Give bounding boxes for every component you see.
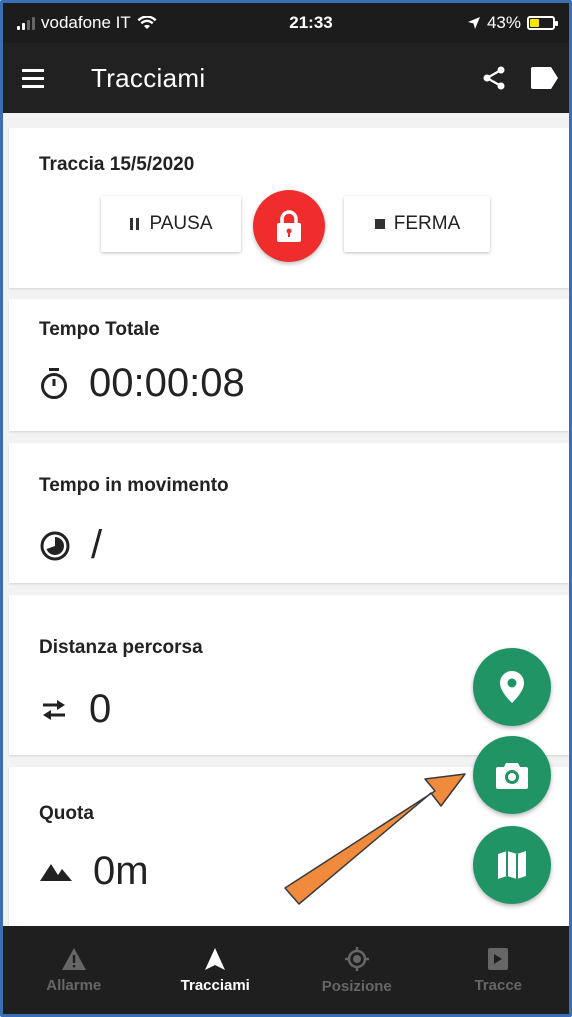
pause-button[interactable]: PAUSA	[101, 196, 241, 252]
stat-card-total-time: Tempo Totale 00:00:08	[9, 299, 569, 431]
stat-value-row: /	[39, 523, 102, 568]
stat-label: Tempo in movimento	[39, 475, 229, 496]
stat-card-moving-time: Tempo in movimento /	[9, 443, 569, 583]
map-icon	[498, 851, 526, 879]
menu-icon[interactable]	[3, 43, 63, 113]
nav-item-tracce[interactable]: Tracce	[428, 926, 570, 1014]
track-title: Traccia 15/5/2020	[39, 154, 195, 175]
stat-label: Quota	[39, 803, 94, 824]
stop-button[interactable]: FERMA	[344, 196, 490, 252]
share-icon[interactable]	[481, 65, 507, 91]
pie-clock-icon	[40, 531, 70, 560]
app-title: Tracciami	[91, 62, 206, 93]
nav-item-allarme[interactable]: Allarme	[3, 926, 145, 1014]
stat-label: Distanza percorsa	[39, 637, 203, 658]
mountain-icon	[40, 863, 72, 881]
stat-value-row: 0	[39, 687, 111, 732]
stop-icon	[374, 219, 385, 229]
stat-value: 00:00:08	[89, 361, 245, 405]
stat-value-row: 0m	[39, 849, 149, 894]
map-button[interactable]	[473, 826, 551, 904]
nav-item-posizione[interactable]: Posizione	[286, 926, 428, 1014]
label-icon[interactable]	[529, 66, 559, 90]
signal-icon	[17, 16, 35, 30]
battery-icon	[526, 16, 558, 30]
status-left: vodafone IT	[17, 13, 207, 33]
pause-icon	[130, 218, 140, 230]
app-bar: Tracciami	[3, 43, 569, 113]
wifi-icon	[137, 16, 157, 29]
phone-screen: vodafone IT 21:33 43% Tracciami Traccia …	[0, 0, 572, 1017]
lock-button[interactable]	[253, 190, 325, 262]
stat-value: 0m	[93, 849, 149, 893]
stopwatch-icon	[41, 367, 67, 399]
nav-label: Tracce	[474, 976, 523, 994]
gps-fixed-icon	[344, 946, 369, 971]
location-pin-icon	[500, 671, 524, 703]
nav-label: Posizione	[321, 977, 392, 995]
camera-icon	[496, 763, 528, 789]
battery-percent: 43%	[486, 13, 521, 32]
camera-button[interactable]	[473, 736, 551, 814]
stat-value-row: 00:00:08	[39, 361, 245, 406]
add-location-button[interactable]	[473, 648, 551, 726]
bottom-navigation: Allarme Tracciami Posizione Tracce	[3, 926, 569, 1014]
app-actions	[481, 65, 569, 91]
tracks-icon	[488, 947, 509, 970]
stop-label: FERMA	[393, 213, 461, 234]
carrier-name: vodafone IT	[41, 13, 131, 32]
swap-arrows-icon	[43, 699, 65, 720]
nav-label: Allarme	[46, 976, 102, 994]
nav-item-tracciami[interactable]: Tracciami	[145, 926, 287, 1014]
track-card: Traccia 15/5/2020 PAUSA FERMA	[9, 128, 569, 288]
status-right: 43%	[415, 13, 558, 33]
navigation-arrow-icon	[205, 947, 226, 970]
stat-value: 0	[89, 687, 112, 731]
status-bar: vodafone IT 21:33 43%	[3, 3, 569, 43]
lock-icon	[277, 210, 301, 242]
location-arrow-icon	[467, 17, 480, 29]
status-time: 21:33	[289, 13, 333, 32]
nav-label: Tracciami	[180, 976, 250, 994]
stat-label: Tempo Totale	[39, 319, 160, 340]
pause-label: PAUSA	[149, 213, 213, 234]
stat-value: /	[91, 523, 103, 567]
warning-icon	[61, 947, 86, 970]
